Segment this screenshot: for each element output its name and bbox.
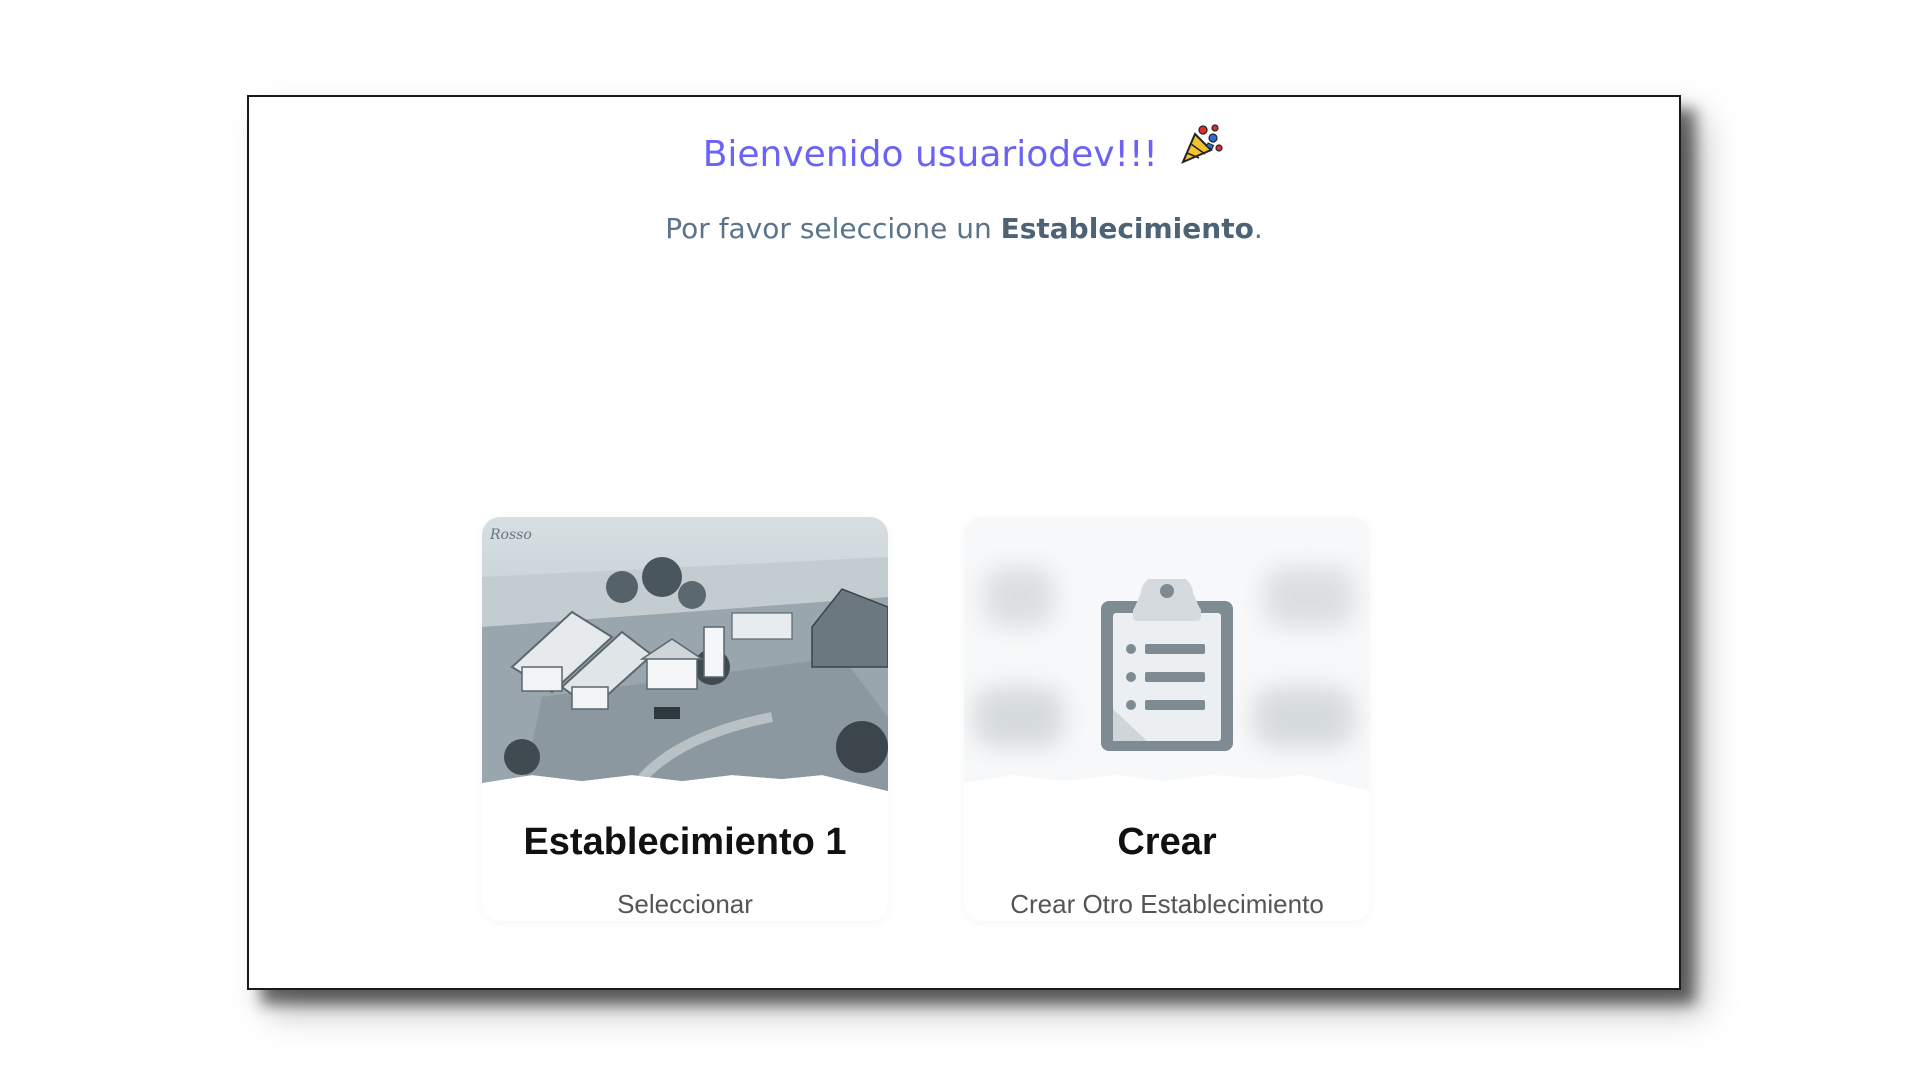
card-title: Crear [1117,821,1217,863]
create-establishment-card[interactable]: Crear Crear Otro Establecimiento [964,517,1370,921]
create-another-button[interactable]: Crear Otro Establecimiento [964,889,1370,920]
establishment-card-1[interactable]: Rosso Establecimiento 1 Seleccionar [482,517,888,921]
photo-watermark: Rosso [489,527,532,543]
clipboard-icon [1101,579,1233,751]
instruction-text: Por favor seleccione un Establecimiento. [249,209,1679,249]
card-title: Establecimiento 1 [523,821,847,863]
welcome-text: Bienvenido usuariodev!!! [702,134,1158,175]
instruction-prefix: Por favor seleccione un [665,212,1001,245]
instruction-bold: Establecimiento [1000,212,1254,245]
party-popper-icon [1177,120,1225,182]
create-card-media [964,517,1370,791]
instruction-suffix: . [1253,212,1263,245]
app-window: Bienvenido usuariodev!!! Por favor selec… [247,95,1681,990]
select-button[interactable]: Seleccionar [482,889,888,920]
welcome-heading: Bienvenido usuariodev!!! [249,124,1679,182]
farm-aerial-photo: Rosso [482,517,888,791]
